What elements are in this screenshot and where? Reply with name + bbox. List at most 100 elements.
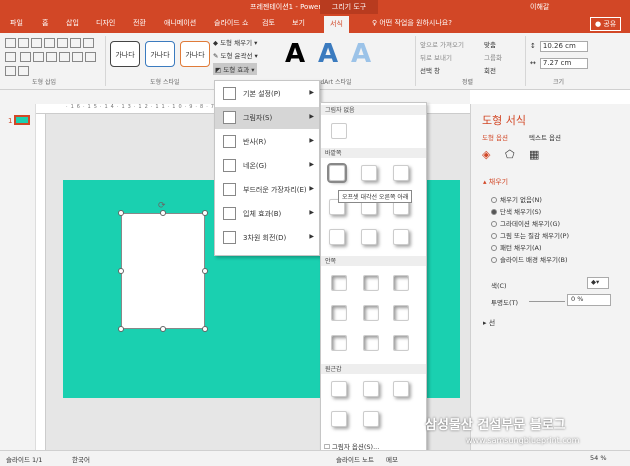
comments-button[interactable]: 메모 xyxy=(386,454,398,464)
rotate-button[interactable]: 회전 xyxy=(484,65,496,75)
shadow-swatch[interactable] xyxy=(331,381,347,397)
shape-outline-button[interactable]: ✎ 도형 윤곽선 ▾ xyxy=(213,50,258,60)
shadow-swatch[interactable] xyxy=(327,163,347,183)
menu-item-reflection[interactable]: 반사(R) ▶ xyxy=(215,131,319,153)
style-preset-2[interactable]: 가나다 xyxy=(145,41,175,67)
effects-icon[interactable]: ⬠ xyxy=(505,148,515,161)
tab-animations[interactable]: 애니메이션 xyxy=(164,18,196,28)
shape-effect-button[interactable]: ◩ 도형 효과 ▾ xyxy=(213,63,257,75)
menu-item-preset[interactable]: 기본 설정(P) ▶ xyxy=(215,83,319,105)
shadow-swatch[interactable] xyxy=(331,305,347,321)
shape-gallery[interactable] xyxy=(4,37,100,76)
shadow-swatch[interactable] xyxy=(361,165,377,181)
tab-design[interactable]: 디자인 xyxy=(96,18,115,28)
tab-transitions[interactable]: 전환 xyxy=(133,18,146,28)
shadow-swatch[interactable] xyxy=(363,275,379,291)
shadow-swatch[interactable] xyxy=(331,411,347,427)
radio-pattern-fill[interactable]: 패턴 채우기(A) xyxy=(491,242,542,252)
transparency-input[interactable]: 0 % xyxy=(567,294,611,306)
slide-counter: 슬라이드 1/1 xyxy=(6,456,43,464)
zoom-level[interactable]: 54 % xyxy=(590,454,607,462)
shadow-swatch[interactable] xyxy=(393,229,409,245)
size-properties-icon[interactable]: ▦ xyxy=(529,148,539,161)
radio-gradient-fill[interactable]: 그라데이션 채우기(G) xyxy=(491,218,560,228)
resize-handle[interactable] xyxy=(160,210,166,216)
color-picker-button[interactable]: ◆▾ xyxy=(587,277,609,289)
shape-effect-label: 도형 효과 xyxy=(223,66,250,74)
language-indicator[interactable]: 한국어 xyxy=(72,454,90,464)
section-perspective: 원근감 xyxy=(321,364,426,374)
resize-handle[interactable] xyxy=(202,326,208,332)
rotation-3d-icon xyxy=(223,231,236,244)
shadow-swatch[interactable] xyxy=(331,335,347,351)
slide-thumbnail[interactable] xyxy=(14,115,30,125)
shadow-swatch[interactable] xyxy=(361,229,377,245)
selected-rectangle[interactable] xyxy=(121,213,205,329)
user-name[interactable]: 이해갈 xyxy=(530,2,549,12)
selection-pane-button[interactable]: 선택 창 xyxy=(420,65,440,75)
shadow-swatch[interactable] xyxy=(393,275,409,291)
shadow-swatch[interactable] xyxy=(363,381,379,397)
shape-fill-button[interactable]: ◆ 도형 채우기 ▾ xyxy=(213,37,257,47)
tab-text-options[interactable]: 텍스트 옵션 xyxy=(529,132,561,142)
radio-label: 그림 또는 질감 채우기(P) xyxy=(500,232,570,240)
radio-solid-fill[interactable]: 단색 채우기(S) xyxy=(491,206,541,216)
resize-handle[interactable] xyxy=(118,210,124,216)
tab-file[interactable]: 파일 xyxy=(10,18,23,28)
shadow-swatch[interactable] xyxy=(393,165,409,181)
fill-line-icon[interactable]: ◈ xyxy=(482,148,490,161)
shadow-swatch[interactable] xyxy=(331,275,347,291)
menu-item-3d-rotation[interactable]: 3차원 회전(D) ▶ xyxy=(215,227,319,249)
tab-format[interactable]: 서식 xyxy=(324,16,349,33)
tab-view[interactable]: 보기 xyxy=(292,18,305,28)
radio-picture-fill[interactable]: 그림 또는 질감 채우기(P) xyxy=(491,230,569,240)
shadow-swatch[interactable] xyxy=(393,335,409,351)
resize-handle[interactable] xyxy=(118,326,124,332)
style-preset-3[interactable]: 가나다 xyxy=(180,41,210,67)
width-value[interactable]: 7.27 cm xyxy=(539,58,588,69)
shadow-swatch[interactable] xyxy=(393,381,409,397)
send-backward-button[interactable]: 뒤로 보내기 xyxy=(420,52,452,62)
width-field[interactable]: ↔ 7.27 cm xyxy=(530,58,588,69)
shape-fill-label: 도형 채우기 xyxy=(220,39,253,47)
menu-item-glow[interactable]: 네온(G) ▶ xyxy=(215,155,319,177)
radio-label: 단색 채우기(S) xyxy=(500,208,542,216)
menu-item-soft-edges[interactable]: 부드러운 가장자리(E) ▶ xyxy=(215,179,319,201)
resize-handle[interactable] xyxy=(118,268,124,274)
tab-review[interactable]: 검토 xyxy=(262,18,275,28)
style-preset-1[interactable]: 가나다 xyxy=(110,41,140,67)
shadow-swatch[interactable] xyxy=(329,229,345,245)
notes-button[interactable]: 슬라이드 노트 xyxy=(336,454,374,464)
tab-insert[interactable]: 삽입 xyxy=(66,18,79,28)
line-section-header[interactable]: ▸ 선 xyxy=(483,318,495,328)
menu-item-bevel[interactable]: 입체 효과(B) ▶ xyxy=(215,203,319,225)
shadow-swatch[interactable] xyxy=(363,335,379,351)
tab-slideshow[interactable]: 슬라이드 쇼 xyxy=(214,18,248,28)
radio-no-fill[interactable]: 채우기 없음(N) xyxy=(491,194,542,204)
shape-effect-menu: 기본 설정(P) ▶ 그림자(S) ▶ 반사(R) ▶ 네온(G) ▶ 부드러운 가장자… xyxy=(214,80,320,256)
group-button[interactable]: 그룹화 xyxy=(484,52,502,62)
menu-item-shadow[interactable]: 그림자(S) ▶ xyxy=(215,107,319,129)
transparency-slider[interactable] xyxy=(529,301,565,302)
shadow-swatch[interactable] xyxy=(363,305,379,321)
shadow-none-swatch[interactable] xyxy=(331,123,347,139)
height-value[interactable]: 10.26 cm xyxy=(539,41,588,52)
shadow-swatch[interactable] xyxy=(393,305,409,321)
wordart-style-light[interactable]: A xyxy=(351,39,371,69)
tab-home[interactable]: 홈 xyxy=(42,18,48,28)
pane-title: 도형 서식 xyxy=(482,114,526,127)
wordart-style-black[interactable]: A xyxy=(285,39,305,69)
tab-shape-options[interactable]: 도형 옵션 xyxy=(482,132,508,142)
tell-me-search[interactable]: ♀ 어떤 작업을 원하시나요? xyxy=(372,18,452,28)
resize-handle[interactable] xyxy=(160,326,166,332)
radio-background-fill[interactable]: 슬라이드 배경 채우기(B) xyxy=(491,254,567,264)
resize-handle[interactable] xyxy=(202,268,208,274)
resize-handle[interactable] xyxy=(202,210,208,216)
share-button[interactable]: ● 공유 xyxy=(590,17,622,31)
bring-forward-button[interactable]: 앞으로 가져오기 xyxy=(420,39,464,49)
align-button[interactable]: 맞춤 xyxy=(484,39,496,49)
fill-section-header[interactable]: ▴ 채우기 xyxy=(483,177,508,187)
height-field[interactable]: ↕ 10.26 cm xyxy=(530,41,588,52)
shadow-swatch[interactable] xyxy=(363,411,379,427)
wordart-style-blue[interactable]: A xyxy=(318,39,338,69)
